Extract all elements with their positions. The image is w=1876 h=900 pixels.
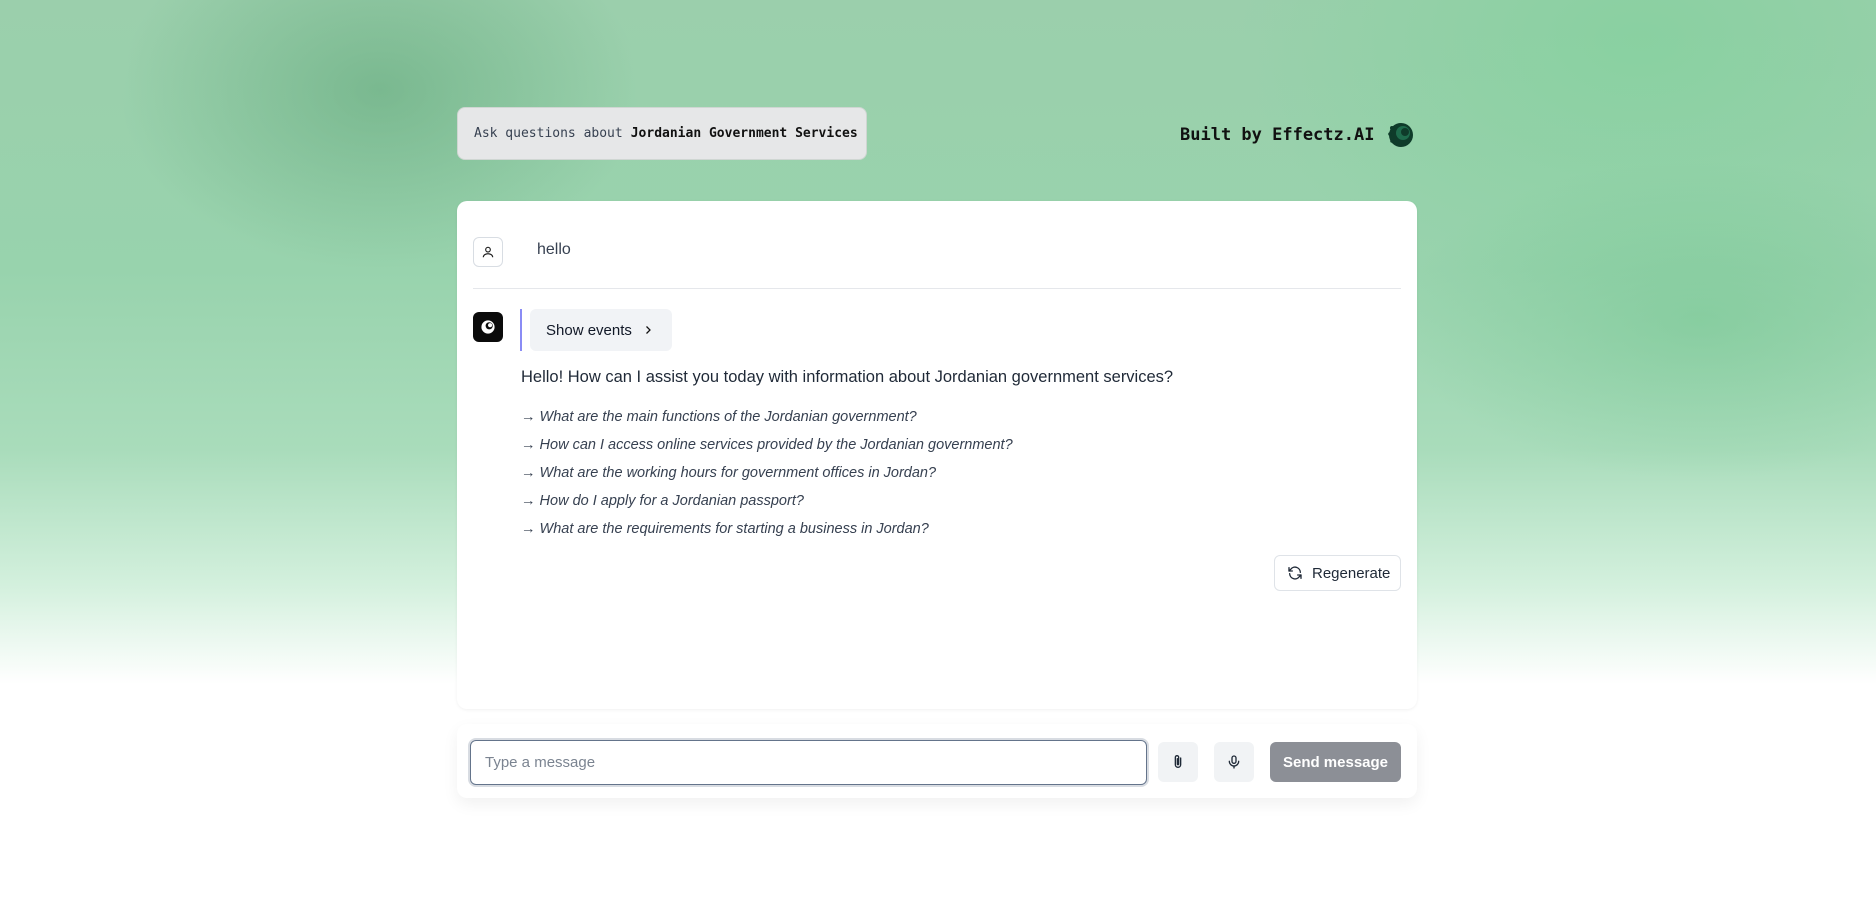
show-events-button[interactable]: Show events bbox=[530, 309, 672, 351]
topic-name: Jordanian Government Services bbox=[630, 126, 858, 141]
regenerate-label: Regenerate bbox=[1312, 564, 1391, 582]
effectz-logo-icon bbox=[1388, 123, 1414, 147]
topic-chip: Ask questions about Jordanian Government… bbox=[457, 107, 867, 160]
microphone-icon bbox=[1228, 755, 1240, 769]
message-divider bbox=[473, 288, 1401, 289]
user-message-row: hello bbox=[473, 237, 571, 267]
refresh-icon bbox=[1288, 566, 1302, 580]
message-input[interactable] bbox=[468, 738, 1149, 787]
user-avatar bbox=[473, 237, 503, 267]
message-composer: Send message bbox=[457, 724, 1417, 798]
suggestion-item[interactable]: → What are the requirements for starting… bbox=[521, 519, 1013, 547]
assistant-avatar bbox=[473, 312, 503, 342]
assistant-message-text: Hello! How can I assist you today with i… bbox=[521, 368, 1174, 386]
suggestion-list: → What are the main functions of the Jor… bbox=[521, 407, 1013, 547]
suggestion-item[interactable]: → What are the main functions of the Jor… bbox=[521, 407, 1013, 435]
events-accent-bar bbox=[520, 309, 522, 351]
attach-button[interactable] bbox=[1158, 742, 1198, 782]
topic-prefix: Ask questions about bbox=[474, 126, 623, 141]
built-by-link[interactable]: Built by Effectz.AI bbox=[1180, 120, 1416, 150]
chat-panel: hello Show events Hello! How can I assis… bbox=[457, 201, 1417, 709]
effectz-logo-icon bbox=[481, 320, 495, 334]
suggestion-item[interactable]: → How can I access online services provi… bbox=[521, 435, 1013, 463]
chevron-right-icon bbox=[642, 324, 654, 336]
show-events-label: Show events bbox=[546, 321, 632, 339]
paperclip-icon bbox=[1174, 755, 1182, 768]
user-message-text: hello bbox=[537, 241, 571, 258]
send-message-button[interactable]: Send message bbox=[1270, 742, 1401, 782]
regenerate-button[interactable]: Regenerate bbox=[1274, 555, 1401, 591]
built-by-label: Built by Effectz.AI bbox=[1180, 125, 1375, 145]
suggestion-item[interactable]: → What are the working hours for governm… bbox=[521, 463, 1013, 491]
suggestion-item[interactable]: → How do I apply for a Jordanian passpor… bbox=[521, 491, 1013, 519]
user-icon bbox=[482, 246, 494, 258]
microphone-button[interactable] bbox=[1214, 742, 1254, 782]
